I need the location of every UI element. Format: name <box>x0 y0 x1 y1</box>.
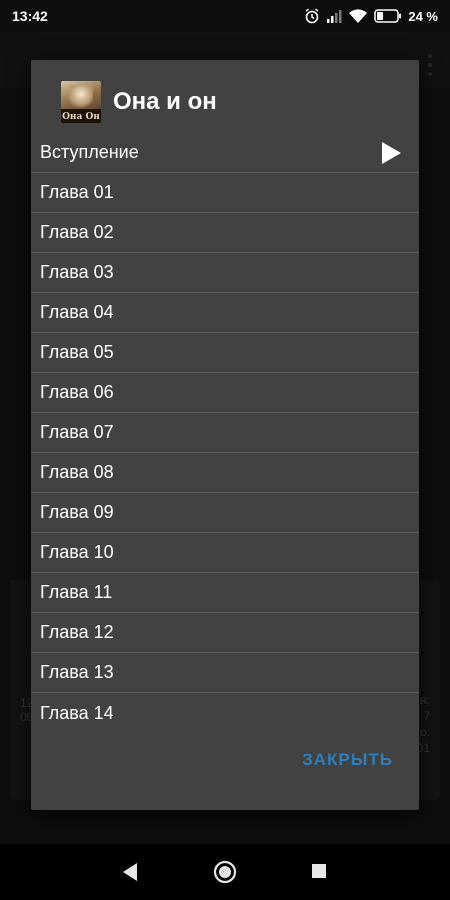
chapter-item[interactable]: Глава 13 <box>31 653 419 693</box>
chapter-item[interactable]: Глава 14 <box>31 693 419 733</box>
chapter-dialog: Она Он Она и он Вступление Глава 01 Глав… <box>31 60 419 810</box>
book-cover-image: Она Он <box>61 81 101 123</box>
recents-icon[interactable] <box>312 864 326 878</box>
chapter-label: Глава 03 <box>40 262 114 282</box>
chapter-label: Глава 06 <box>40 382 114 402</box>
chapter-item[interactable]: Глава 10 <box>31 533 419 573</box>
chapter-label: Глава 02 <box>40 222 114 242</box>
alarm-icon <box>304 8 320 24</box>
chapter-label: Глава 01 <box>40 182 114 202</box>
chapter-item[interactable]: Глава 03 <box>31 253 419 293</box>
chapter-item[interactable]: Глава 01 <box>31 173 419 213</box>
battery-icon <box>374 9 402 23</box>
status-bar: 13:42 24 % <box>0 0 450 32</box>
chapter-item[interactable]: Глава 09 <box>31 493 419 533</box>
chapter-item-intro[interactable]: Вступление <box>31 132 419 173</box>
dialog-title: Она и он <box>113 88 217 115</box>
back-icon[interactable] <box>121 862 139 882</box>
chapter-label: Вступление <box>40 141 139 162</box>
chapter-item[interactable]: Глава 12 <box>31 613 419 653</box>
chapter-label: Глава 04 <box>40 302 114 322</box>
chapter-label: Глава 10 <box>40 542 114 562</box>
chapter-label: Глава 12 <box>40 622 114 642</box>
play-icon <box>382 142 401 164</box>
dialog-actions: ЗАКРЫТЬ <box>31 740 419 810</box>
chapter-item[interactable]: Глава 07 <box>31 413 419 453</box>
close-button[interactable]: ЗАКРЫТЬ <box>300 744 395 776</box>
navigation-bar <box>0 844 450 900</box>
chapter-label: Глава 05 <box>40 342 114 362</box>
chapter-item[interactable]: Глава 02 <box>31 213 419 253</box>
chapter-label: Глава 09 <box>40 502 114 522</box>
chapter-item[interactable]: Глава 05 <box>31 333 419 373</box>
chapter-item[interactable]: Глава 06 <box>31 373 419 413</box>
chapter-item[interactable]: Глава 04 <box>31 293 419 333</box>
chapter-item[interactable]: Глава 08 <box>31 453 419 493</box>
signal-icon <box>326 9 342 23</box>
chapter-label: Глава 08 <box>40 462 114 482</box>
wifi-icon <box>348 8 368 24</box>
chapter-label: Глава 07 <box>40 422 114 442</box>
chapter-item[interactable]: Глава 11 <box>31 573 419 613</box>
status-time: 13:42 <box>12 8 48 24</box>
chapter-label: Глава 14 <box>40 702 114 723</box>
screen: 13:42 24 % Она Он Она и он Вступление Гл… <box>0 0 450 900</box>
chapter-list: Вступление Глава 01 Глава 02 Глава 03 Гл… <box>31 132 419 733</box>
home-icon[interactable] <box>213 860 237 884</box>
chapter-label: Глава 13 <box>40 662 114 682</box>
status-icons: 24 % <box>304 8 438 24</box>
chapter-label: Глава 11 <box>40 582 113 602</box>
battery-level: 24 % <box>408 8 438 24</box>
